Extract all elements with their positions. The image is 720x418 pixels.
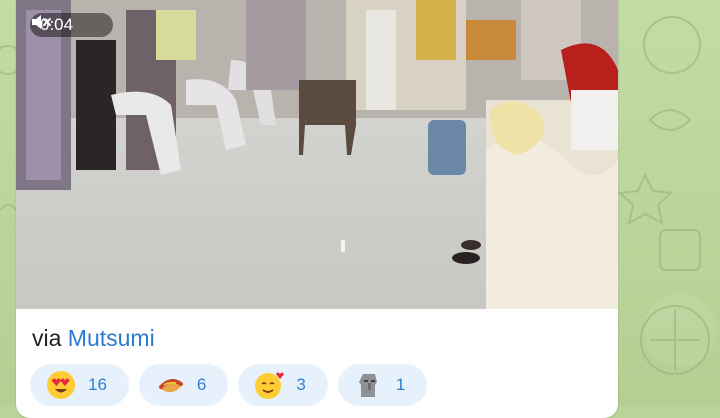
reaction-heart-eyes[interactable]: 16 [30,364,129,406]
reaction-moai[interactable]: 1 [337,364,428,406]
video-player[interactable]: 0:04 [16,0,618,309]
reaction-count: 3 [296,375,306,394]
message-bubble: 0:04 via Mutsumi 16 6 3 1 [16,0,618,418]
heart-eyes-face-icon [46,370,76,400]
reaction-count: 6 [196,375,207,394]
smiling-face-with-hearts-icon [254,370,285,400]
reaction-hotdog[interactable]: 6 [138,364,229,406]
reaction-count: 16 [88,375,107,394]
moai-icon [354,370,384,400]
hotdog-icon [155,370,185,400]
reaction-count: 1 [395,375,406,394]
via-attribution: via Mutsumi [32,325,155,352]
video-frame [16,0,618,309]
reactions-bar: 16 6 3 1 [30,364,428,406]
via-prefix: via [32,325,62,351]
reaction-smiling-hearts[interactable]: 3 [238,364,328,406]
muted-speaker-icon[interactable] [32,15,103,34]
video-time-badge: 0:04 [30,13,114,37]
via-author-link[interactable]: Mutsumi [68,325,155,351]
